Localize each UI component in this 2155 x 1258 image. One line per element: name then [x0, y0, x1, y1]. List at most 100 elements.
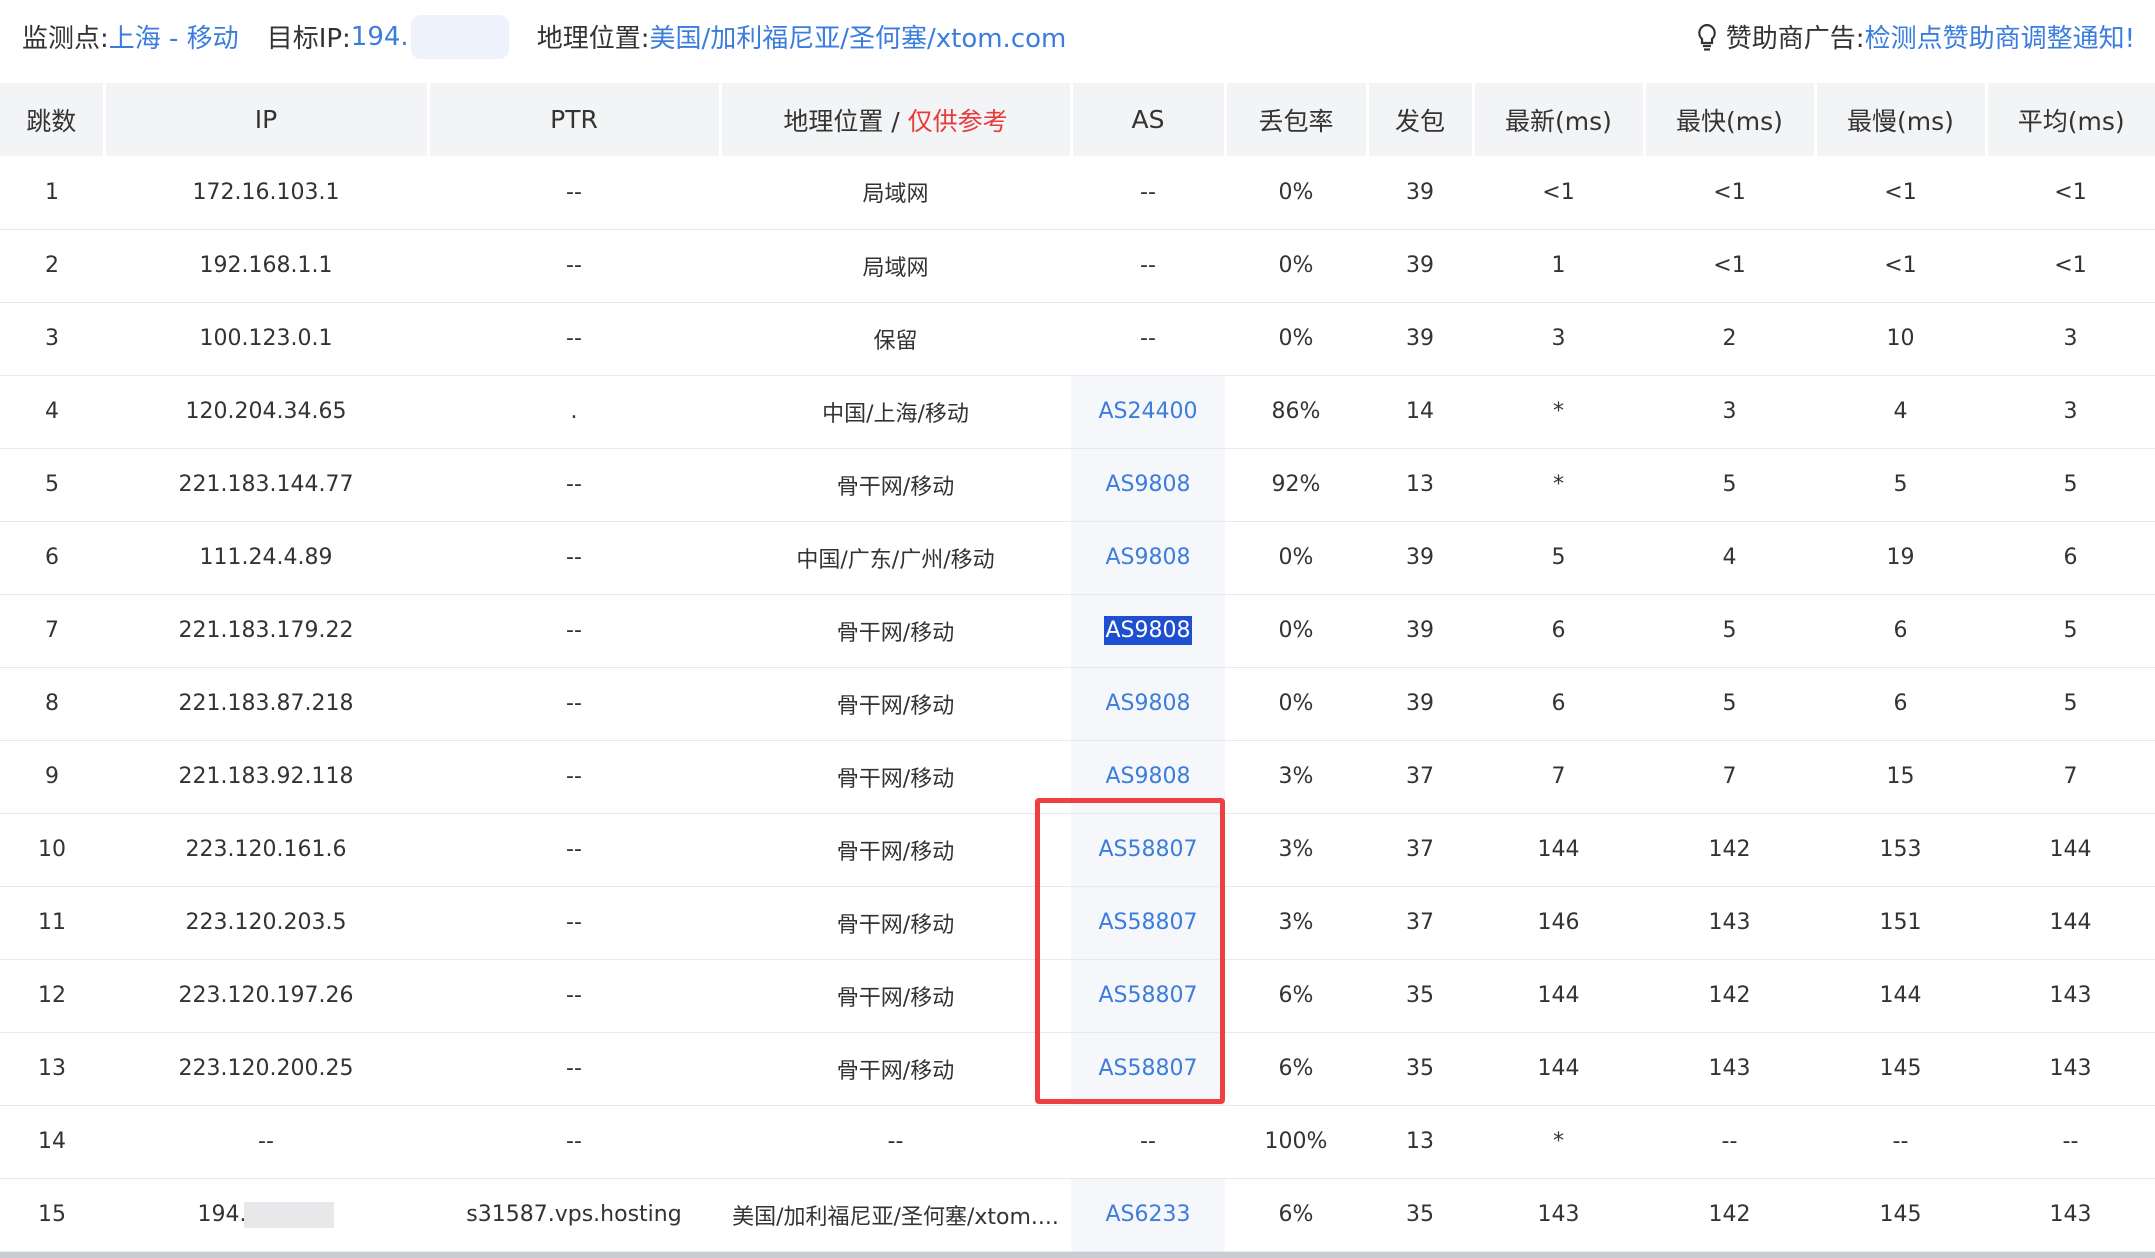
ip-cell: 221.183.144.77 [178, 472, 354, 497]
avg-cell: 3 [2063, 399, 2078, 424]
avg-cell: 5 [2063, 472, 2078, 497]
ip-cell: 223.120.161.6 [185, 837, 347, 862]
as-link[interactable]: AS58807 [1099, 1056, 1198, 1081]
table-header-row: 跳数 IP PTR 地理位置 / 仅供参考 AS 丢包率 发包 最新(ms) 最… [0, 83, 2155, 156]
hop-cell: 10 [38, 837, 66, 862]
as-link[interactable]: AS9808 [1105, 545, 1190, 570]
last-cell: 6 [1551, 618, 1566, 643]
hop-cell: 9 [45, 764, 59, 789]
as-link[interactable]: AS24400 [1099, 399, 1198, 424]
avg-cell: 143 [2049, 983, 2092, 1008]
best-cell: <1 [1713, 179, 1746, 205]
worst-cell: 6 [1893, 691, 1908, 716]
geo-cell: -- [887, 1129, 904, 1154]
loss-cell: 3% [1278, 764, 1314, 789]
table-row: 4 120.204.34.65 . 中国/上海/移动 AS24400 86% 1… [0, 375, 2155, 448]
as-link[interactable]: AS58807 [1099, 837, 1198, 862]
worst-cell: 144 [1879, 983, 1922, 1008]
ip-cell: 111.24.4.89 [199, 545, 333, 570]
sent-cell: 37 [1406, 764, 1434, 789]
ptr-cell: -- [566, 545, 582, 570]
ptr-cell: s31587.vps.hosting [466, 1202, 682, 1227]
traceroute-table: 跳数 IP PTR 地理位置 / 仅供参考 AS 丢包率 发包 最新(ms) 最… [0, 83, 2155, 1252]
location-value: 美国/加利福尼亚/圣何塞/xtom.com [649, 24, 1067, 54]
avg-cell: 144 [2049, 837, 2092, 862]
worst-cell: 15 [1886, 764, 1915, 789]
target-ip-label: 目标IP: [266, 24, 351, 54]
as-link-selected[interactable]: AS9808 [1104, 616, 1192, 645]
as-cell: AS58807 [1071, 886, 1225, 959]
sent-cell: 35 [1406, 1056, 1434, 1081]
table-row: 15 194. s31587.vps.hosting 美国/加利福尼亚/圣何塞/… [0, 1178, 2155, 1251]
worst-cell: 4 [1893, 399, 1908, 424]
sent-cell: 37 [1406, 837, 1434, 862]
hop-cell: 12 [38, 983, 66, 1008]
ip-cell: 172.16.103.1 [192, 179, 340, 205]
sent-cell: 14 [1406, 399, 1434, 424]
as-link[interactable]: AS9808 [1105, 691, 1190, 716]
hop-cell: 5 [45, 472, 59, 497]
as-link[interactable]: AS9808 [1105, 764, 1190, 789]
as-cell: AS6233 [1071, 1178, 1225, 1251]
loss-cell: 100% [1264, 1129, 1328, 1154]
loss-cell: 0% [1278, 545, 1314, 570]
table-row: 3 100.123.0.1 -- 保留 -- 0% 39 3 2 10 3 [0, 302, 2155, 375]
as-cell: AS9808 [1071, 667, 1225, 740]
col-header-as: AS [1071, 83, 1227, 156]
geo-cell: 骨干网/移动 [836, 766, 955, 792]
ip-redaction-mask [410, 14, 509, 59]
col-header-ip: IP [104, 83, 430, 156]
best-cell: 4 [1722, 545, 1737, 570]
last-cell: 144 [1537, 837, 1580, 862]
ip-cell: 221.183.92.118 [178, 764, 354, 789]
ip-redaction-mask [244, 1201, 335, 1228]
worst-cell: 19 [1886, 545, 1915, 570]
geo-header-warning: 仅供参考 [907, 106, 1008, 136]
col-header-geo: 地理位置 / 仅供参考 [720, 83, 1073, 156]
monitor-value-link[interactable]: 上海 - 移动 [109, 18, 239, 55]
last-cell: * [1553, 399, 1564, 424]
as-cell: AS58807 [1071, 1032, 1225, 1105]
best-cell: -- [1721, 1129, 1738, 1154]
table-row: 7 221.183.179.22 -- 骨干网/移动 AS9808 0% 39 … [0, 594, 2155, 667]
last-cell: 144 [1537, 1056, 1580, 1081]
hop-cell: 8 [45, 691, 59, 716]
table-row: 8 221.183.87.218 -- 骨干网/移动 AS9808 0% 39 … [0, 667, 2155, 740]
ptr-cell: -- [566, 472, 582, 497]
geo-cell: 骨干网/移动 [836, 693, 955, 719]
sent-cell: 35 [1406, 983, 1434, 1008]
geo-cell: 保留 [873, 328, 918, 354]
as-link[interactable]: AS58807 [1099, 910, 1198, 935]
as-cell: AS58807 [1071, 959, 1225, 1032]
as-link[interactable]: AS58807 [1099, 983, 1198, 1008]
last-cell: 143 [1537, 1202, 1580, 1227]
geo-cell: 局域网 [862, 255, 929, 281]
sent-cell: 39 [1406, 618, 1434, 643]
table-row: 10 223.120.161.6 -- 骨干网/移动 AS58807 3% 37… [0, 813, 2155, 886]
col-header-sent: 发包 [1367, 83, 1475, 156]
best-cell: 5 [1722, 472, 1737, 497]
as-cell: -- [1140, 179, 1156, 205]
col-header-last: 最新(ms) [1473, 83, 1646, 156]
table-row: 13 223.120.200.25 -- 骨干网/移动 AS58807 6% 3… [0, 1032, 2155, 1105]
sponsor-notice-link[interactable]: 检测点赞助商调整通知! [1865, 18, 2135, 55]
ptr-cell: -- [566, 691, 582, 716]
best-cell: <1 [1713, 253, 1746, 278]
avg-cell: 143 [2049, 1056, 2092, 1081]
table-row: 1 172.16.103.1 -- 局域网 -- 0% 39 <1 <1 <1 … [0, 156, 2155, 229]
worst-cell: -- [1892, 1129, 1909, 1154]
as-link[interactable]: AS6233 [1105, 1202, 1190, 1227]
horizontal-scrollbar[interactable] [0, 1252, 2155, 1258]
last-cell: * [1553, 1129, 1564, 1154]
as-cell: -- [1140, 1129, 1156, 1154]
best-cell: 5 [1722, 618, 1737, 643]
worst-cell: 10 [1886, 326, 1915, 351]
best-cell: 142 [1708, 1202, 1751, 1227]
as-link[interactable]: AS9808 [1105, 472, 1190, 497]
avg-cell: <1 [2054, 253, 2087, 278]
as-cell: AS9808 [1071, 448, 1225, 521]
col-header-loss: 丢包率 [1225, 83, 1369, 156]
ip-cell: 221.183.87.218 [178, 691, 354, 716]
worst-cell: <1 [1884, 253, 1917, 278]
probe-info: 监测点: 上海 - 移动 目标IP: 194. 地理位置: 美国/加利福尼亚/圣… [22, 0, 1066, 73]
